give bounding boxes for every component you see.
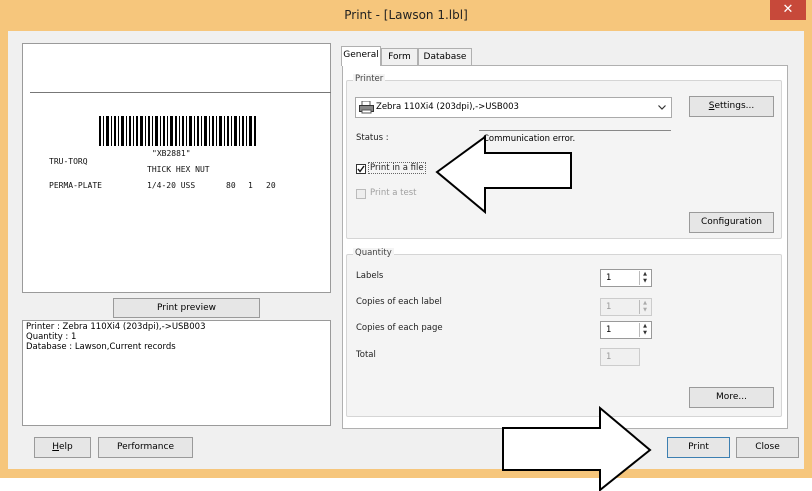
tab-general[interactable]: General	[341, 46, 381, 66]
left-pointing-arrow-icon	[435, 135, 572, 215]
right-pointing-arrow-icon	[502, 405, 652, 491]
annotation-arrows	[435, 135, 652, 491]
